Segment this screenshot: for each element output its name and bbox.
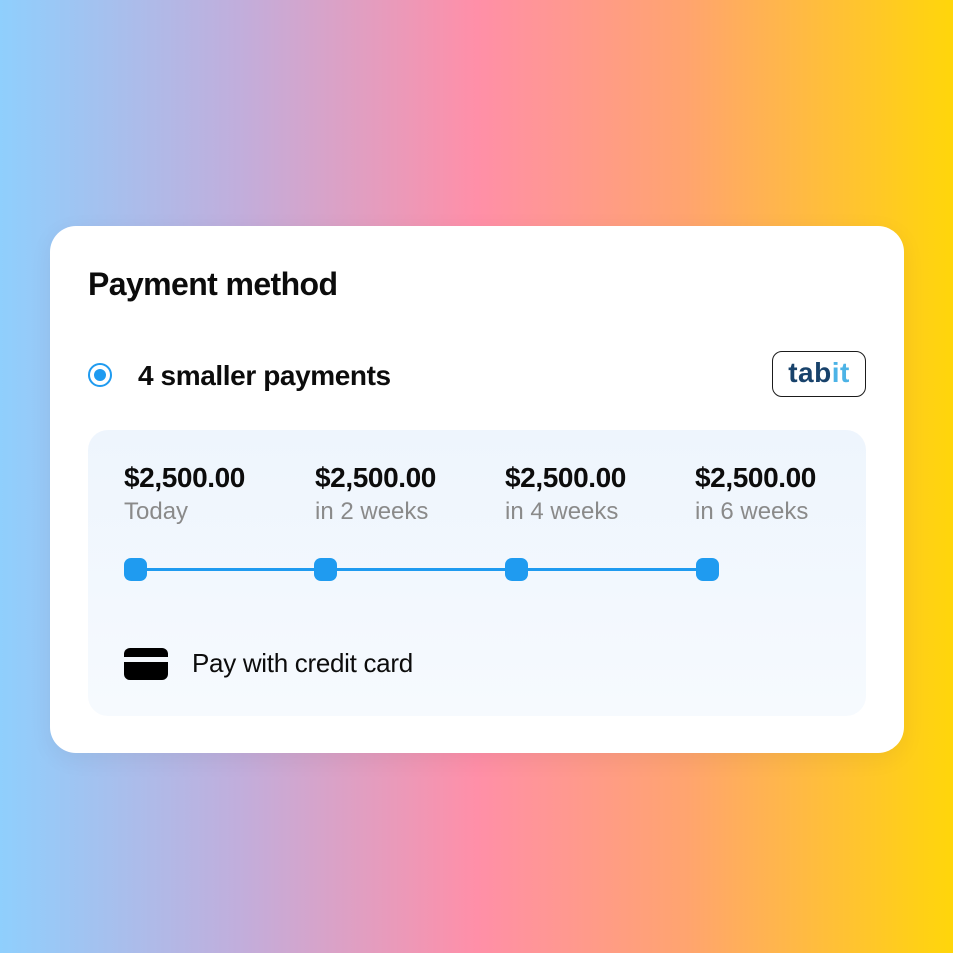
timeline-node: [314, 558, 337, 581]
payment-method-card: Payment method 4 smaller payments tabit …: [50, 226, 904, 753]
pay-with-credit-card-label: Pay with credit card: [192, 648, 413, 678]
installment-2: $2,500.00 in 2 weeks: [315, 462, 436, 526]
installment-due: in 2 weeks: [315, 498, 429, 525]
logo-text-part1: tab: [788, 357, 832, 388]
payment-option-installments[interactable]: 4 smaller payments tabit: [88, 351, 866, 400]
installment-amount: $2,500.00: [505, 462, 626, 493]
payment-option-label: 4 smaller payments: [138, 360, 391, 391]
radio-selected-dot: [94, 369, 106, 381]
installment-amount: $2,500.00: [695, 462, 816, 493]
timeline-node: [696, 558, 719, 581]
installment-schedule: $2,500.00 Today $2,500.00 in 2 weeks $2,…: [88, 430, 866, 716]
installment-timeline: [124, 558, 720, 582]
radio-button[interactable]: [88, 363, 112, 387]
installment-due: Today: [124, 498, 189, 525]
credit-card-icon: [124, 648, 168, 680]
installment-amount: $2,500.00: [315, 462, 436, 493]
card-title: Payment method: [88, 266, 338, 302]
timeline-line: [134, 568, 706, 571]
installment-4: $2,500.00 in 6 weeks: [695, 462, 816, 526]
timeline-node: [124, 558, 147, 581]
logo-text-part2: it: [831, 357, 850, 388]
installment-3: $2,500.00 in 4 weeks: [505, 462, 626, 526]
installment-amount: $2,500.00: [124, 462, 245, 493]
installment-1: $2,500.00 Today: [124, 462, 245, 526]
tabit-logo: tabit: [772, 351, 866, 397]
installment-due: in 4 weeks: [505, 498, 619, 525]
timeline-node: [505, 558, 528, 581]
installment-due: in 6 weeks: [695, 498, 809, 525]
